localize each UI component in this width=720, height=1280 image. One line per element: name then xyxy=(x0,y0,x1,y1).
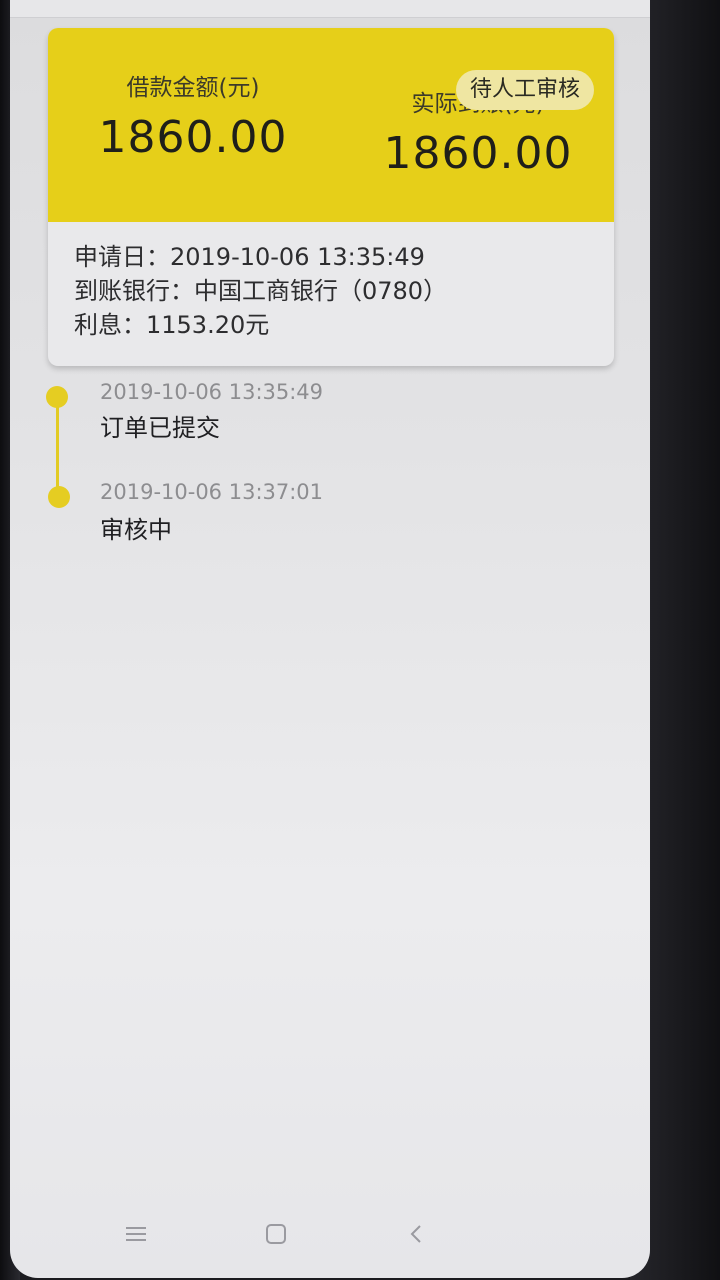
back-icon[interactable] xyxy=(394,1212,438,1256)
timeline-time: 2019-10-06 13:37:01 xyxy=(100,480,324,504)
app-screen: 借款金额(元) 1860.00 实际到账(元) 1860.00 待人工审核 申请… xyxy=(10,0,650,1278)
home-icon[interactable] xyxy=(254,1212,298,1256)
timeline-time: 2019-10-06 13:35:49 xyxy=(100,380,324,404)
system-nav-bar xyxy=(10,1190,650,1278)
loan-amount-label: 借款金额(元) xyxy=(126,75,260,101)
timeline-text: 审核中 xyxy=(100,516,172,544)
timeline-text: 订单已提交 xyxy=(100,414,220,442)
loan-summary-card: 借款金额(元) 1860.00 实际到账(元) 1860.00 待人工审核 申请… xyxy=(48,28,614,366)
apply-date: 申请日：2019-10-06 13:35:49 xyxy=(74,243,425,271)
receiving-bank: 到账银行：中国工商银行（0780） xyxy=(74,277,448,305)
timeline-dot xyxy=(46,386,68,408)
top-bar xyxy=(10,0,650,18)
status-badge: 待人工审核 xyxy=(456,70,595,110)
actual-amount-value: 1860.00 xyxy=(383,128,573,179)
timeline-connector xyxy=(56,400,59,500)
loan-amount-value: 1860.00 xyxy=(98,112,288,163)
menu-icon[interactable] xyxy=(114,1212,158,1256)
interest: 利息：1153.20元 xyxy=(74,311,270,339)
loan-amount-header: 借款金额(元) 1860.00 实际到账(元) 1860.00 待人工审核 xyxy=(48,28,614,222)
loan-amount-block: 借款金额(元) 1860.00 xyxy=(88,68,298,163)
timeline-dot xyxy=(48,486,70,508)
loan-details: 申请日：2019-10-06 13:35:49 到账银行：中国工商银行（0780… xyxy=(74,240,594,342)
